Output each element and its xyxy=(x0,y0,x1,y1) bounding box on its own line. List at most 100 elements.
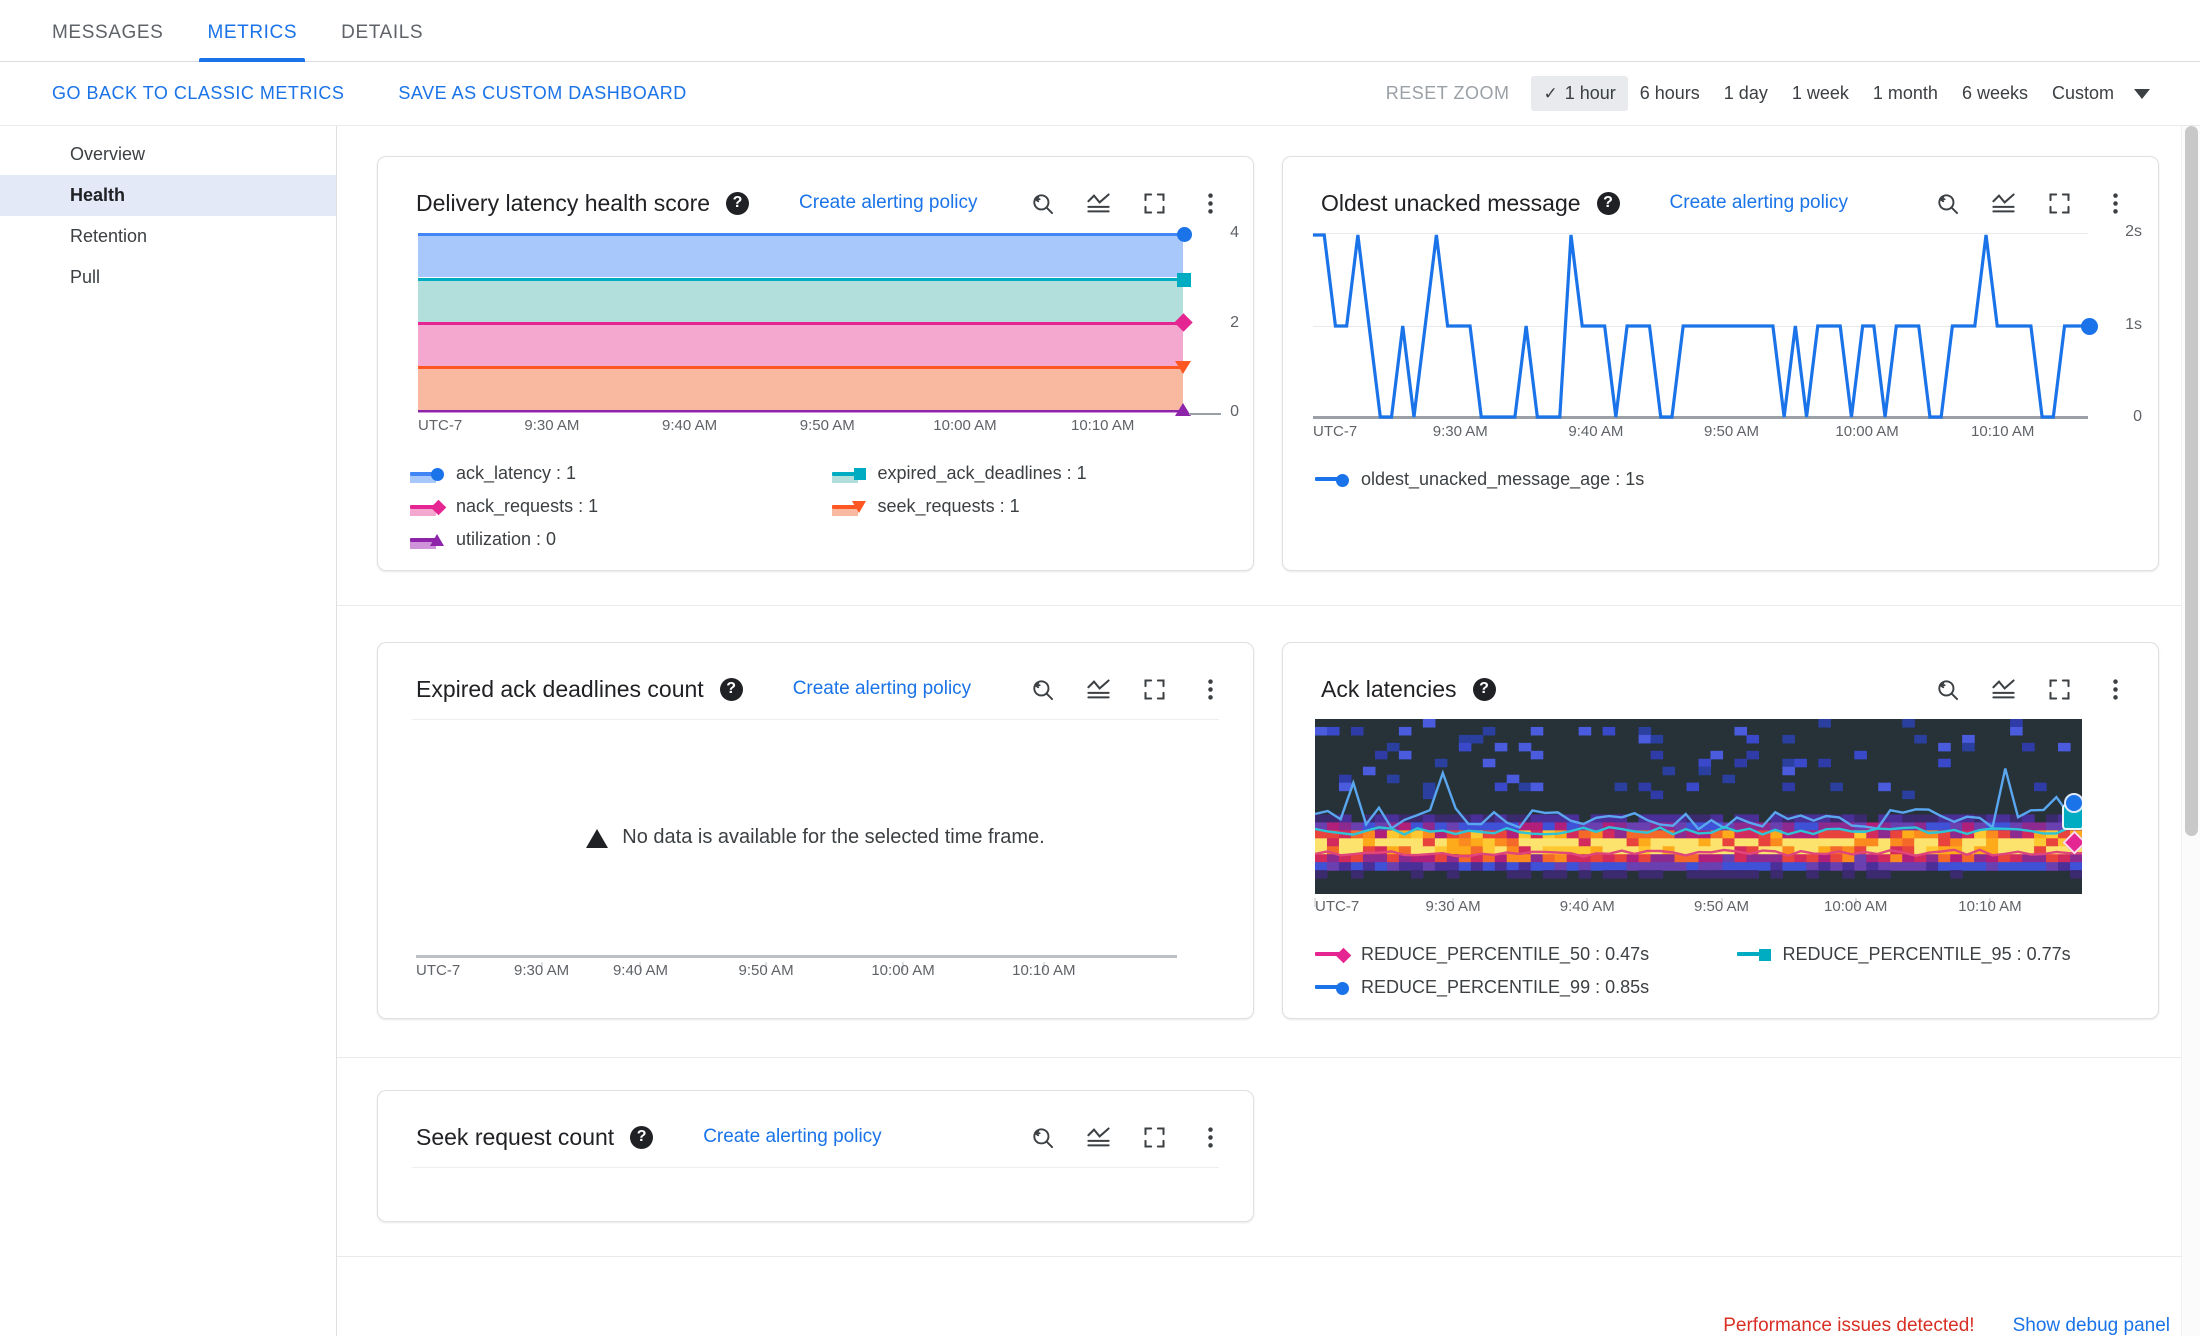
legend-swatch xyxy=(831,465,866,483)
band-expired-ack-deadlines xyxy=(418,278,1183,322)
vertical-scrollbar[interactable] xyxy=(2181,126,2200,1336)
range-1-hour[interactable]: ✓ 1 hour xyxy=(1531,76,1628,111)
tab-details[interactable]: DETAILS xyxy=(319,22,445,61)
chart-type-icon[interactable] xyxy=(1081,186,1115,220)
more-options-icon[interactable] xyxy=(1193,1120,1227,1154)
save-as-custom-dashboard-button[interactable]: SAVE AS CUSTOM DASHBOARD xyxy=(398,83,686,104)
create-alerting-policy-link[interactable]: Create alerting policy xyxy=(799,192,977,214)
more-options-icon[interactable] xyxy=(1193,672,1227,706)
legend-item-ack-latency[interactable]: ack_latency : 1 xyxy=(410,457,832,490)
chart-type-icon[interactable] xyxy=(1986,672,2020,706)
chevron-down-icon[interactable] xyxy=(2134,88,2150,99)
sidebar-item-overview[interactable]: Overview xyxy=(0,134,336,175)
range-1-hour-label: 1 hour xyxy=(1564,83,1616,103)
create-alerting-policy-link[interactable]: Create alerting policy xyxy=(1670,192,1848,214)
reset-zoom-icon[interactable] xyxy=(1025,1120,1059,1154)
card-title: Expired ack deadlines count xyxy=(416,675,704,702)
chart-plot-wrapper xyxy=(412,1167,1219,1207)
scrollbar-thumb[interactable] xyxy=(2185,126,2198,836)
tab-messages[interactable]: MESSAGES xyxy=(30,22,185,61)
xtick-4: 10:10 AM xyxy=(1070,417,1135,434)
sidebar-item-pull[interactable]: Pull xyxy=(0,257,336,298)
create-alerting-policy-link[interactable]: Create alerting policy xyxy=(793,678,971,700)
legend-label: seek_requests : 1 xyxy=(877,496,1020,516)
stacked-area-plot[interactable]: 4 2 0 xyxy=(418,224,1239,420)
legend-label: ack_latency : 1 xyxy=(456,463,577,483)
legend-item-percentile-50[interactable]: REDUCE_PERCENTILE_50 : 0.47s xyxy=(1315,938,1737,971)
expand-fullscreen-icon[interactable] xyxy=(2042,672,2076,706)
reset-zoom-icon[interactable] xyxy=(1025,186,1059,220)
range-6-hours[interactable]: 6 hours xyxy=(1628,76,1712,111)
card-title: Oldest unacked message xyxy=(1321,189,1581,216)
expand-fullscreen-icon[interactable] xyxy=(1137,186,1171,220)
sidebar-item-retention[interactable]: Retention xyxy=(0,216,336,257)
range-1-day[interactable]: 1 day xyxy=(1712,76,1780,111)
ytick-1s: 1s xyxy=(2125,316,2142,333)
help-icon[interactable]: ? xyxy=(726,191,750,215)
range-1-week[interactable]: 1 week xyxy=(1780,76,1861,111)
chart-type-icon[interactable] xyxy=(1081,672,1115,706)
help-icon[interactable]: ? xyxy=(719,677,743,701)
card-header: Expired ack deadlines count ? Create ale… xyxy=(378,643,1253,719)
range-1-month[interactable]: 1 month xyxy=(1861,76,1950,111)
legend-item-percentile-95[interactable]: REDUCE_PERCENTILE_95 : 0.77s xyxy=(1736,938,2159,971)
reset-zoom-button[interactable]: RESET ZOOM xyxy=(1386,83,1510,104)
reset-zoom-icon[interactable] xyxy=(1930,672,1964,706)
expand-fullscreen-icon[interactable] xyxy=(2042,186,2076,220)
create-alerting-policy-link[interactable]: Create alerting policy xyxy=(703,1126,881,1148)
legend-swatch xyxy=(1736,946,1771,964)
dashboard-row-1: Delivery latency health score ? Create a… xyxy=(337,126,2200,606)
expand-fullscreen-icon[interactable] xyxy=(1137,1120,1171,1154)
help-icon[interactable]: ? xyxy=(1596,191,1620,215)
legend-item-percentile-99[interactable]: REDUCE_PERCENTILE_99 : 0.85s xyxy=(1315,971,2158,1004)
more-options-icon[interactable] xyxy=(2098,186,2132,220)
legend-label: REDUCE_PERCENTILE_95 : 0.77s xyxy=(1782,944,2071,964)
xtick-2: 9:50 AM xyxy=(1693,898,1750,915)
ytick-2: 2 xyxy=(1230,314,1239,331)
range-6-weeks[interactable]: 6 weeks xyxy=(1950,76,2040,111)
reset-zoom-icon[interactable] xyxy=(1930,186,1964,220)
legend-label: REDUCE_PERCENTILE_50 : 0.47s xyxy=(1361,944,1650,964)
x-axis: UTC-7 9:30 AM 9:40 AM 9:50 AM 10:00 AM 1… xyxy=(1314,894,2082,928)
ack-latencies-heatmap[interactable]: 2s 1s 0 xyxy=(1315,719,2082,894)
no-data-text: No data is available for the selected ti… xyxy=(622,826,1045,848)
more-options-icon[interactable] xyxy=(2098,672,2132,706)
help-icon[interactable]: ? xyxy=(630,1125,654,1149)
ytick-0: 0 xyxy=(2133,408,2142,425)
legend-swatch xyxy=(410,498,447,516)
xtick-2: 9:50 AM xyxy=(738,962,794,979)
help-icon[interactable]: ? xyxy=(1472,677,1496,701)
legend-swatch xyxy=(1315,946,1352,964)
more-options-icon[interactable] xyxy=(1193,186,1227,220)
range-custom[interactable]: Custom xyxy=(2040,76,2126,111)
xtick-0: 9:30 AM xyxy=(514,962,570,979)
legend-item-seek-requests[interactable]: seek_requests : 1 xyxy=(831,490,1254,523)
legend-item-oldest-unacked-message-age[interactable]: oldest_unacked_message_age : 1s xyxy=(1315,463,2158,496)
tab-metrics[interactable]: METRICS xyxy=(185,22,319,62)
chart-type-icon[interactable] xyxy=(1986,186,2020,220)
oldest-unacked-line xyxy=(1313,233,2088,419)
xtick-3: 10:00 AM xyxy=(1835,423,1899,440)
xtick-3: 10:00 AM xyxy=(933,417,997,434)
legend-swatch xyxy=(410,465,444,483)
chart-type-icon[interactable] xyxy=(1081,1120,1115,1154)
card-delivery-latency-health-score: Delivery latency health score ? Create a… xyxy=(377,156,1254,571)
line-plot-oldest-unacked[interactable]: 2s 1s 0 xyxy=(1313,223,2142,425)
legend-item-utilization[interactable]: utilization : 0 xyxy=(410,523,1253,556)
xtick-3: 10:00 AM xyxy=(871,962,935,979)
footer-status-bar: Performance issues detected! Show debug … xyxy=(1723,1316,2170,1336)
marker-ack-latency xyxy=(1177,227,1192,242)
legend-label: nack_requests : 1 xyxy=(456,496,599,516)
sidebar-item-health[interactable]: Health xyxy=(0,175,336,216)
legend-item-expired-ack-deadlines[interactable]: expired_ack_deadlines : 1 xyxy=(831,457,1254,490)
xtick-2: 9:50 AM xyxy=(799,417,855,434)
expand-fullscreen-icon[interactable] xyxy=(1137,672,1171,706)
xtick-2: 9:50 AM xyxy=(1703,423,1760,440)
show-debug-panel-link[interactable]: Show debug panel xyxy=(2013,1316,2170,1336)
reset-zoom-icon[interactable] xyxy=(1025,672,1059,706)
go-back-to-classic-metrics-button[interactable]: GO BACK TO CLASSIC METRICS xyxy=(52,83,344,104)
legend-swatch xyxy=(1315,471,1349,489)
legend-item-nack-requests[interactable]: nack_requests : 1 xyxy=(410,490,832,523)
no-data-message: No data is available for the selected ti… xyxy=(412,719,1219,955)
performance-warning-text: Performance issues detected! xyxy=(1723,1316,1975,1336)
